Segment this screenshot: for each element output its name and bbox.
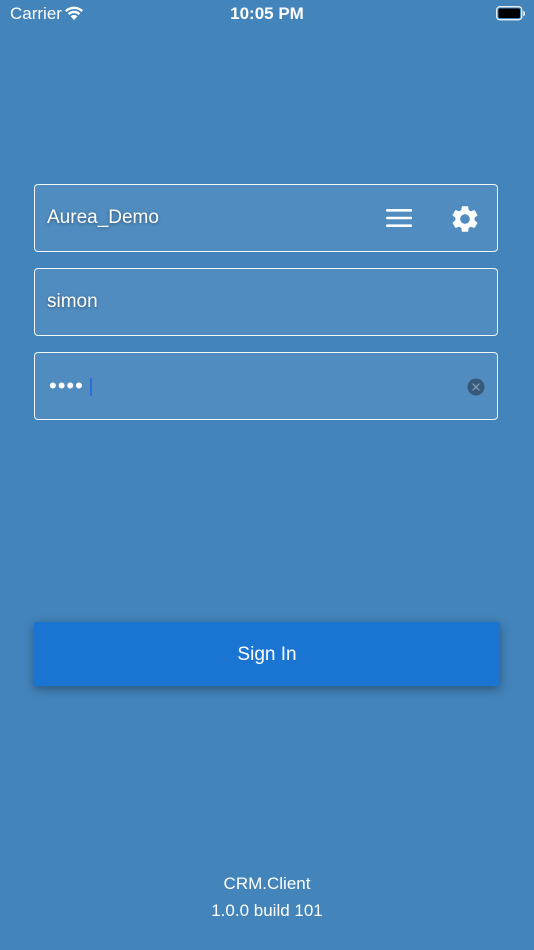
menu-icon[interactable] (385, 207, 413, 229)
server-field[interactable]: Aurea_Demo (34, 184, 498, 252)
password-masked-value: •••• (49, 373, 84, 398)
username-value: simon (47, 291, 98, 312)
status-time: 10:05 PM (230, 4, 304, 23)
gear-icon[interactable] (449, 203, 481, 235)
server-value: Aurea_Demo (47, 207, 159, 228)
password-field[interactable]: •••• (34, 352, 498, 420)
app-name-label: CRM.Client (223, 874, 311, 893)
sign-in-button[interactable]: Sign In (34, 622, 500, 686)
status-bar: Carrier 10:05 PM (0, 0, 534, 30)
text-cursor (90, 378, 92, 396)
version-label: 1.0.0 build 101 (211, 901, 323, 920)
clear-icon[interactable] (467, 378, 485, 396)
username-field[interactable]: simon (34, 268, 498, 336)
battery-icon (496, 6, 526, 26)
